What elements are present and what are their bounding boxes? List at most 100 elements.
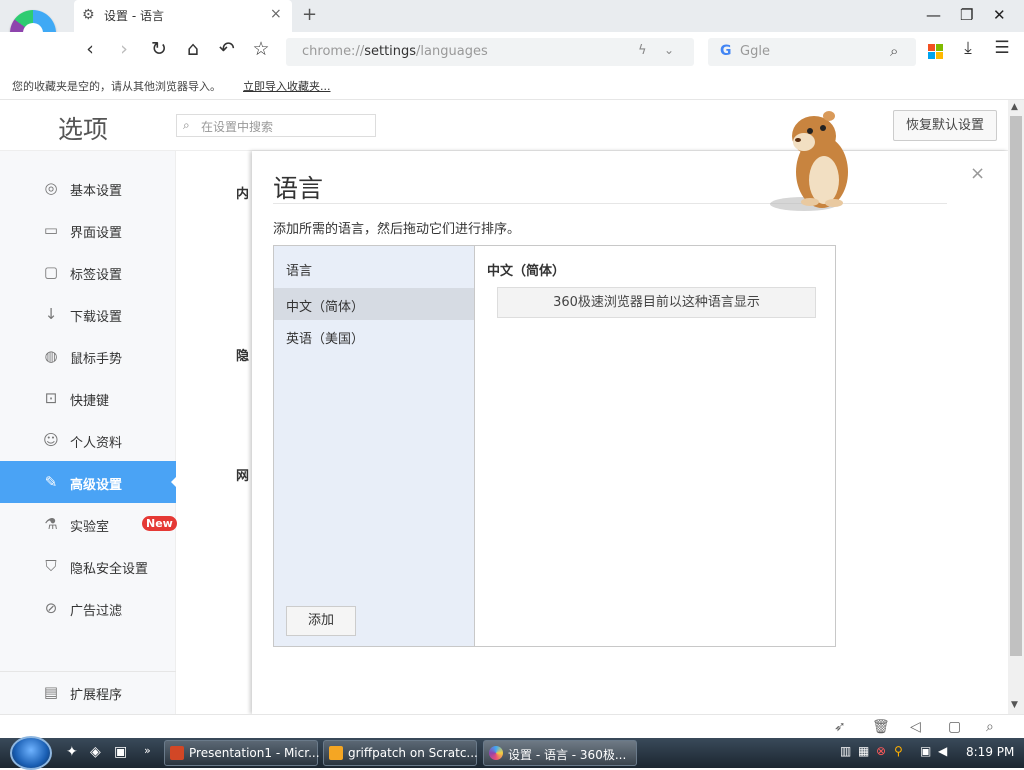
settings-sidebar: ◎ 基本设置 ▭ 界面设置 ▢ 标签设置 ↓ 下载设置 ◍ 鼠标手势 ⊡ 快捷键 ☺ 个人资料…	[0, 151, 177, 714]
maximize-button[interactable]: ❐	[960, 6, 973, 24]
list-item[interactable]: 中文（简体）	[274, 288, 474, 320]
window-icon[interactable]: ▢	[948, 719, 961, 735]
list-item[interactable]: 英语（美国）	[274, 320, 474, 352]
zoom-icon[interactable]: ⌕	[986, 719, 994, 735]
search-box[interactable]: G Ggle ⌕	[708, 38, 916, 66]
powerpoint-icon	[170, 746, 184, 760]
display-icon[interactable]: ▣	[920, 744, 934, 758]
taskbar-item-scratch[interactable]: griffpatch on Scratc...	[323, 740, 478, 766]
home-icon[interactable]: ⌂	[181, 38, 205, 60]
wrench-icon: ✎	[44, 473, 58, 491]
scrollbar-thumb[interactable]	[1010, 116, 1022, 656]
address-bar[interactable]: chrome://settings/languages ϟ ⌄	[286, 38, 694, 66]
sidebar-item-privacy[interactable]: ⛉ 隐私安全设置	[0, 545, 176, 587]
close-tab-icon[interactable]: ×	[270, 6, 282, 22]
close-window-button[interactable]: ✕	[993, 6, 1006, 24]
toolbar: ‹ › ↻ ⌂ ↶ ☆ chrome://settings/languages …	[0, 32, 1024, 70]
tab-icon: ▢	[43, 263, 59, 281]
section-label: 内	[236, 187, 250, 202]
dialog-title: 语言	[273, 174, 324, 203]
trash-icon[interactable]: 🗑	[872, 719, 890, 735]
taskbar-item-powerpoint[interactable]: Presentation1 - Micr...	[164, 740, 320, 766]
bookmark-bar: 您的收藏夹是空的，请从其他浏览器导入。 立即导入收藏夹...	[0, 70, 1024, 100]
clock[interactable]: 8:19 PM	[966, 745, 1014, 759]
status-bar: ➶ 🗑 ◁ ▢ ⌕	[0, 714, 1024, 738]
gear-icon: ⚙	[82, 7, 95, 23]
sidebar-item-adblock[interactable]: ⊘ 广告过滤	[0, 587, 176, 629]
rocket-icon[interactable]: ➶	[834, 719, 846, 735]
download-icon: ↓	[44, 305, 58, 323]
sidebar-item-download[interactable]: ↓ 下载设置	[0, 293, 176, 335]
sidebar-item-mouse[interactable]: ◍ 鼠标手势	[0, 335, 176, 377]
reload-icon[interactable]: ↻	[147, 38, 171, 60]
sidebar-item-shortcuts[interactable]: ⊡ 快捷键	[0, 377, 176, 419]
forward-icon[interactable]: ›	[112, 38, 136, 60]
bookmark-empty-text: 您的收藏夹是空的，请从其他浏览器导入。	[12, 80, 221, 93]
section-label: 隐	[236, 349, 250, 364]
add-language-button[interactable]: 添加	[286, 606, 356, 636]
quicklaunch-icon[interactable]: ✦	[66, 744, 78, 760]
settings-search-input[interactable]: ⌕ 在设置中搜索	[176, 114, 376, 137]
selected-language-title: 中文（简体）	[487, 264, 566, 279]
search-input[interactable]: Ggle	[740, 44, 770, 59]
lightning-icon[interactable]: ϟ	[638, 43, 647, 58]
flask-icon: ⚗	[44, 515, 58, 533]
language-panel: 语言 中文（简体） 英语（美国） 添加 中文（简体） 360极速浏览器目前以这种…	[273, 245, 836, 647]
language-dialog: 语言 × 添加所需的语言，然后拖动它们进行排序。 语言 中文（简体） 英语（美国…	[252, 151, 1008, 714]
scrollbar[interactable]: ▲ ▼	[1008, 100, 1024, 714]
minimize-button[interactable]: —	[926, 6, 941, 24]
start-button[interactable]	[10, 736, 52, 770]
download-icon[interactable]: ⤓	[956, 38, 980, 58]
quicklaunch-icon[interactable]: ◈	[90, 744, 101, 760]
shortcut-icon: ⊡	[44, 389, 58, 407]
volume-icon[interactable]: ◀	[938, 744, 952, 758]
tray-app-icon[interactable]: ▦	[858, 744, 872, 758]
sidebar-item-profile[interactable]: ☺ 个人资料	[0, 419, 176, 461]
search-placeholder: 在设置中搜索	[201, 120, 274, 134]
import-bookmarks-link[interactable]: 立即导入收藏夹...	[243, 78, 331, 94]
chevron-down-icon[interactable]: ⌄	[664, 43, 674, 57]
google-icon: G	[720, 43, 732, 59]
speaker-icon[interactable]: ◁	[910, 719, 921, 735]
scroll-down-icon[interactable]: ▼	[1011, 700, 1018, 710]
menu-icon[interactable]: ☰	[990, 38, 1014, 58]
hamster-mascot-image	[770, 111, 848, 211]
security-icon[interactable]: ⊗	[876, 744, 890, 758]
sidebar-item-interface[interactable]: ▭ 界面设置	[0, 209, 176, 251]
shield-icon: ⛉	[45, 557, 57, 575]
new-tab-button[interactable]: +	[302, 4, 317, 25]
url-text: chrome://settings/languages	[302, 44, 488, 59]
sidebar-item-advanced[interactable]: ✎ 高级设置	[0, 461, 177, 503]
browser-icon	[489, 746, 503, 760]
search-icon[interactable]: ⌕	[890, 42, 898, 60]
apps-icon[interactable]	[928, 44, 943, 59]
close-icon[interactable]: ×	[970, 163, 985, 184]
taskbar-item-browser[interactable]: 设置 - 语言 - 360极...	[483, 740, 637, 766]
search-icon[interactable]: ⚲	[894, 744, 908, 758]
display-language-button[interactable]: 360极速浏览器目前以这种语言显示	[497, 287, 816, 318]
network-icon[interactable]: ▥	[840, 744, 854, 758]
dialog-description: 添加所需的语言，然后拖动它们进行排序。	[273, 222, 521, 237]
sidebar-item-tabs[interactable]: ▢ 标签设置	[0, 251, 176, 293]
star-icon[interactable]: ☆	[249, 38, 273, 60]
section-label: 网	[236, 469, 250, 484]
block-icon: ⊘	[44, 599, 58, 617]
language-list-header: 语言	[286, 264, 313, 279]
chevron-right-icon[interactable]: »	[144, 744, 151, 757]
sidebar-item-extensions[interactable]: ▤ 扩展程序	[0, 671, 176, 713]
desktop-icon[interactable]: ▣	[114, 744, 127, 760]
extension-icon: ▤	[43, 683, 59, 701]
browser-tab[interactable]: ⚙ 设置 - 语言 ×	[74, 0, 292, 32]
back-icon[interactable]: ‹	[78, 38, 102, 60]
language-list: 语言 中文（简体） 英语（美国） 添加	[274, 246, 475, 646]
person-icon: ☺	[43, 431, 59, 449]
sidebar-item-lab[interactable]: ⚗ 实验室 New	[0, 503, 177, 545]
undo-icon[interactable]: ↶	[215, 38, 239, 60]
new-badge: New	[142, 516, 177, 531]
page-title: 选项	[58, 115, 109, 144]
window-icon: ▭	[43, 221, 59, 239]
scroll-up-icon[interactable]: ▲	[1011, 102, 1018, 112]
sidebar-item-basic[interactable]: ◎ 基本设置	[0, 167, 176, 209]
scratch-icon	[329, 746, 343, 760]
restore-defaults-button[interactable]: 恢复默认设置	[893, 110, 997, 141]
